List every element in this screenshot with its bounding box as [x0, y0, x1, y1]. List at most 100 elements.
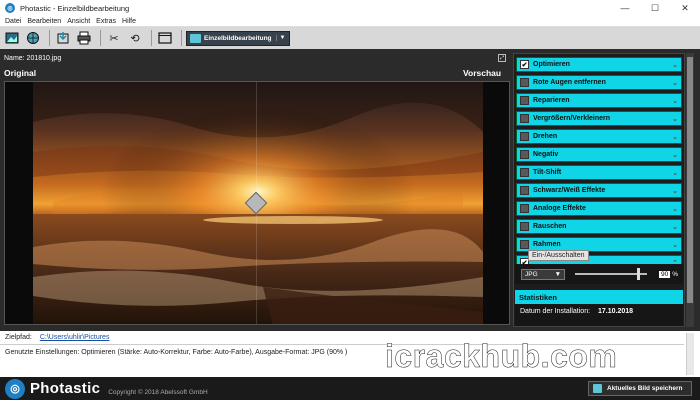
quality-slider-thumb[interactable]: [637, 268, 640, 280]
save-image-button[interactable]: Aktuelles Bild speichern: [588, 381, 692, 396]
format-panel: JPG ▼ 90 %: [515, 264, 683, 284]
chevron-down-icon[interactable]: ⌄: [672, 205, 678, 213]
cut-icon[interactable]: ✂: [105, 30, 123, 46]
chevron-down-icon[interactable]: ⌄: [672, 97, 678, 105]
effect-reparieren[interactable]: Reparieren ⌄: [516, 93, 682, 108]
effect-label: Optimieren: [533, 61, 570, 68]
quality-unit: %: [672, 270, 679, 278]
effect-schwarz-weiss[interactable]: Schwarz/Weiß Effekte ⌄: [516, 183, 682, 198]
chevron-down-icon[interactable]: ⌄: [672, 151, 678, 159]
checkbox-icon[interactable]: [520, 240, 529, 249]
globe-icon[interactable]: [24, 30, 42, 46]
footer: ◎ Photastic Copyright © 2018 Abelssoft G…: [0, 377, 700, 400]
checkbox-icon[interactable]: [520, 168, 529, 177]
menu-datei[interactable]: Datei: [5, 18, 21, 25]
menu-extras[interactable]: Extras: [96, 18, 116, 25]
effect-label: Drehen: [533, 133, 558, 140]
effect-label: Rahmen: [533, 241, 561, 248]
effect-rauschen[interactable]: Rauschen ⌄: [516, 219, 682, 234]
stats-body: Datum der Installation: 17.10.2018: [515, 304, 683, 326]
sidebar-scrollbar-thumb[interactable]: [687, 57, 693, 303]
menu-hilfe[interactable]: Hilfe: [122, 18, 136, 25]
toolbar-divider: [49, 30, 50, 46]
toolbar-divider: [181, 30, 182, 46]
effect-tilt-shift[interactable]: Tilt-Shift ⌄: [516, 165, 682, 180]
maximize-button[interactable]: ☐: [640, 0, 670, 16]
image-viewer[interactable]: ⊖ ⊕ 110 %: [4, 81, 510, 325]
effect-label: Rote Augen entfernen: [533, 79, 606, 86]
checkbox-icon[interactable]: [520, 222, 529, 231]
sidebar-scrollbar[interactable]: [686, 53, 694, 327]
save-image-label: Aktuelles Bild speichern: [607, 385, 683, 392]
checkbox-icon[interactable]: [520, 186, 529, 195]
title-bar: ◎ Photastic - Einzelbildbearbeitung — ☐ …: [0, 0, 700, 16]
quality-value[interactable]: 90: [659, 270, 671, 278]
brand-name: Photastic: [30, 380, 101, 397]
export-icon[interactable]: [54, 30, 72, 46]
checkbox-checked-icon[interactable]: ✔: [520, 60, 529, 69]
chevron-down-icon[interactable]: ⌄: [672, 187, 678, 195]
watermark-text: icrackhub.com: [385, 338, 618, 375]
stats-header[interactable]: Statistiken: [515, 290, 683, 304]
print-icon[interactable]: [75, 30, 93, 46]
checkbox-icon[interactable]: [520, 78, 529, 87]
chevron-down-icon[interactable]: ⌄: [672, 115, 678, 123]
toolbar-divider: [100, 30, 101, 46]
target-path-link[interactable]: C:\Users\uhlir\Pictures: [40, 334, 110, 341]
checkbox-icon[interactable]: [520, 132, 529, 141]
rotate-icon[interactable]: ⟲: [126, 30, 144, 46]
chevron-down-icon[interactable]: ⌄: [672, 79, 678, 87]
app-icon: ◎: [5, 3, 15, 13]
target-path-row: Zielpfad: C:\Users\uhlir\Pictures: [5, 334, 109, 341]
effect-analoge[interactable]: Analoge Effekte ⌄: [516, 201, 682, 216]
window-title: Photastic - Einzelbildbearbeitung: [20, 3, 130, 13]
save-icon: [593, 384, 602, 393]
format-select[interactable]: JPG ▼: [521, 268, 565, 280]
effect-label: Reparieren: [533, 97, 570, 104]
minimize-button[interactable]: —: [610, 0, 640, 16]
effect-label: Analoge Effekte: [533, 205, 586, 212]
format-selected: JPG: [525, 270, 538, 278]
menu-bar: Datei Bearbeiten Ansicht Extras Hilfe: [0, 16, 700, 27]
effect-drehen[interactable]: Drehen ⌄: [516, 129, 682, 144]
chevron-down-icon[interactable]: ⌄: [672, 241, 678, 249]
checkbox-icon[interactable]: [520, 114, 529, 123]
image-open-icon[interactable]: [3, 30, 21, 46]
expand-icon[interactable]: ⤢: [498, 54, 506, 62]
install-date-label: Datum der Installation:: [520, 308, 591, 315]
copyright: Copyright © 2018 Abelssoft GmbH: [108, 389, 208, 396]
window-icon[interactable]: [156, 30, 174, 46]
file-name: Name: 201810.jpg: [4, 54, 62, 62]
effect-vergroessern[interactable]: Vergrößern/Verkleinern ⌄: [516, 111, 682, 126]
effect-optimieren[interactable]: ✔ Optimieren ⌄: [516, 57, 682, 72]
chevron-down-icon[interactable]: ⌄: [672, 169, 678, 177]
checkbox-icon[interactable]: [520, 150, 529, 159]
chevron-down-icon[interactable]: ⌄: [672, 133, 678, 141]
effect-label: Vergrößern/Verkleinern: [533, 115, 611, 122]
effects-sidebar: ✔ Optimieren ⌄ Rote Augen entfernen ⌄ Repar…: [513, 53, 685, 327]
file-name-bar: Name: 201810.jpg ⤢: [0, 53, 512, 63]
effect-negativ[interactable]: Negativ ⌄: [516, 147, 682, 162]
menu-bearbeiten[interactable]: Bearbeiten: [27, 18, 61, 25]
preview-label: Vorschau: [463, 68, 502, 78]
used-settings: Genutzte Einstellungen: Optimieren (Stär…: [5, 349, 348, 356]
install-date-value: 17.10.2018: [598, 308, 634, 315]
menu-ansicht[interactable]: Ansicht: [67, 18, 90, 25]
mode-dropdown[interactable]: Einzelbildbearbeitung ▼: [186, 30, 290, 46]
mode-icon: [190, 33, 201, 43]
effect-label: Schwarz/Weiß Effekte: [533, 187, 606, 194]
checkbox-icon[interactable]: [520, 96, 529, 105]
info-scrollbar[interactable]: [686, 333, 694, 375]
toolbar: ✂ ⟲ Einzelbildbearbeitung ▼: [0, 27, 700, 49]
effect-rote-augen[interactable]: Rote Augen entfernen ⌄: [516, 75, 682, 90]
chevron-down-icon[interactable]: ⌄: [672, 223, 678, 231]
photastic-logo-icon: ◎: [5, 378, 25, 399]
effect-label: Rauschen: [533, 223, 567, 230]
effect-label: Negativ: [533, 151, 559, 158]
chevron-down-icon: ▼: [275, 35, 286, 41]
chevron-down-icon[interactable]: ⌄: [672, 61, 678, 69]
toolbar-divider: [151, 30, 152, 46]
checkbox-icon[interactable]: [520, 204, 529, 213]
close-button[interactable]: ✕: [670, 0, 700, 16]
quality-slider[interactable]: [575, 268, 647, 280]
